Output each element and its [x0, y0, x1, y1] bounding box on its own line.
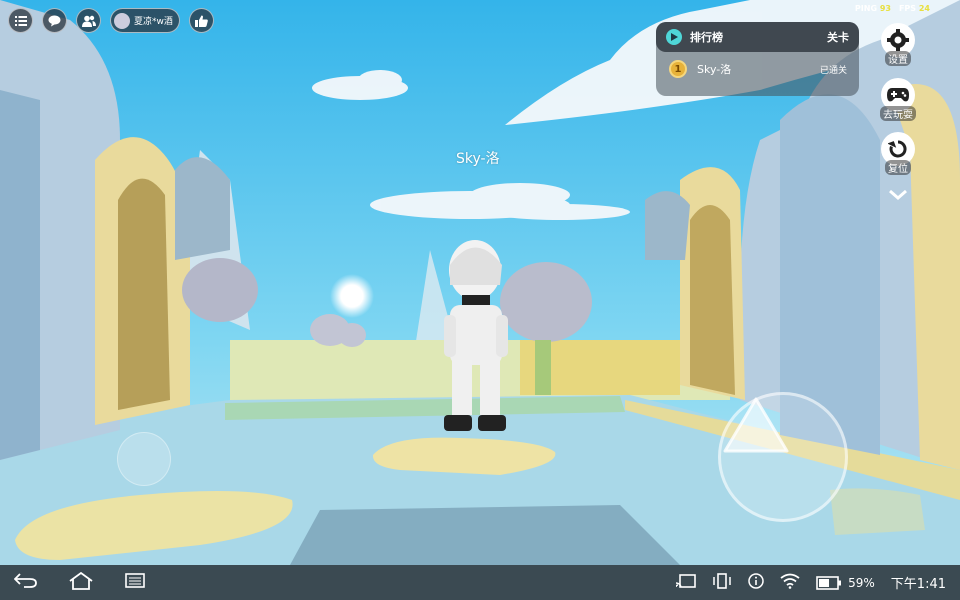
reset-label: 复位	[885, 160, 911, 175]
battery-percent: 59%	[848, 575, 875, 590]
player-profile-pill[interactable]: 夏凉*w酒	[110, 8, 180, 33]
sun	[330, 274, 374, 318]
wifi-icon	[780, 573, 800, 592]
move-joystick[interactable]	[117, 432, 171, 486]
fps-value: 24	[918, 4, 930, 13]
leaderboard-header[interactable]: 排行榜 关卡	[656, 22, 859, 52]
battery-indicator: 59%	[816, 576, 875, 590]
play-icon	[666, 29, 682, 45]
leaderboard-row: 1 Sky-洛 已通关	[656, 52, 859, 78]
friends-icon	[81, 15, 96, 27]
leaderboard-player: Sky-洛	[697, 63, 732, 76]
avatar	[114, 12, 130, 29]
leaderboard-title: 排行榜	[690, 31, 723, 44]
settings-button[interactable]: 设置	[880, 23, 916, 66]
ping-value: 93	[879, 4, 891, 13]
chat-button[interactable]	[42, 8, 67, 33]
network-stats: PING 93 FPS 24	[855, 4, 930, 13]
friends-button[interactable]	[76, 8, 101, 33]
up-arrow-icon	[723, 397, 789, 453]
settings-label: 设置	[885, 51, 911, 66]
play-game-label: 去玩耍	[880, 106, 916, 121]
home-icon[interactable]	[68, 571, 94, 593]
battery-icon	[816, 575, 842, 590]
status-icons: 59% 下午1:41	[675, 565, 946, 600]
level-label: 关卡	[827, 31, 849, 44]
clock: 下午1:41	[890, 577, 946, 592]
leaderboard-status: 已通关	[819, 65, 847, 76]
jump-button[interactable]	[718, 392, 848, 522]
profile-name: 夏凉*w酒	[134, 17, 173, 27]
top-left-toolbar: 夏凉*w酒	[8, 8, 214, 33]
recent-apps-icon[interactable]	[124, 572, 146, 593]
like-button[interactable]	[188, 8, 214, 33]
thumbs-up-icon	[194, 15, 208, 27]
menu-button[interactable]	[8, 8, 33, 33]
gold-medal-icon: 1	[669, 60, 687, 78]
back-icon[interactable]	[13, 572, 38, 593]
play-game-button[interactable]: 去玩耍	[880, 78, 916, 121]
reset-button[interactable]: 复位	[880, 132, 916, 175]
chat-bubble-icon	[48, 15, 61, 26]
info-icon	[748, 573, 764, 592]
ping-label: PING	[854, 4, 878, 13]
list-icon	[14, 15, 27, 26]
cast-icon	[675, 574, 696, 591]
leaderboard-panel: 排行榜 关卡 1 Sky-洛 已通关	[656, 22, 859, 96]
expand-chevron-icon[interactable]	[888, 186, 908, 205]
player-character	[444, 240, 508, 431]
system-navigation-bar: 59% 下午1:41	[0, 565, 960, 600]
player-nametag: Sky-洛	[456, 151, 500, 167]
vibrate-icon	[712, 573, 732, 592]
fps-label: FPS	[898, 4, 917, 13]
